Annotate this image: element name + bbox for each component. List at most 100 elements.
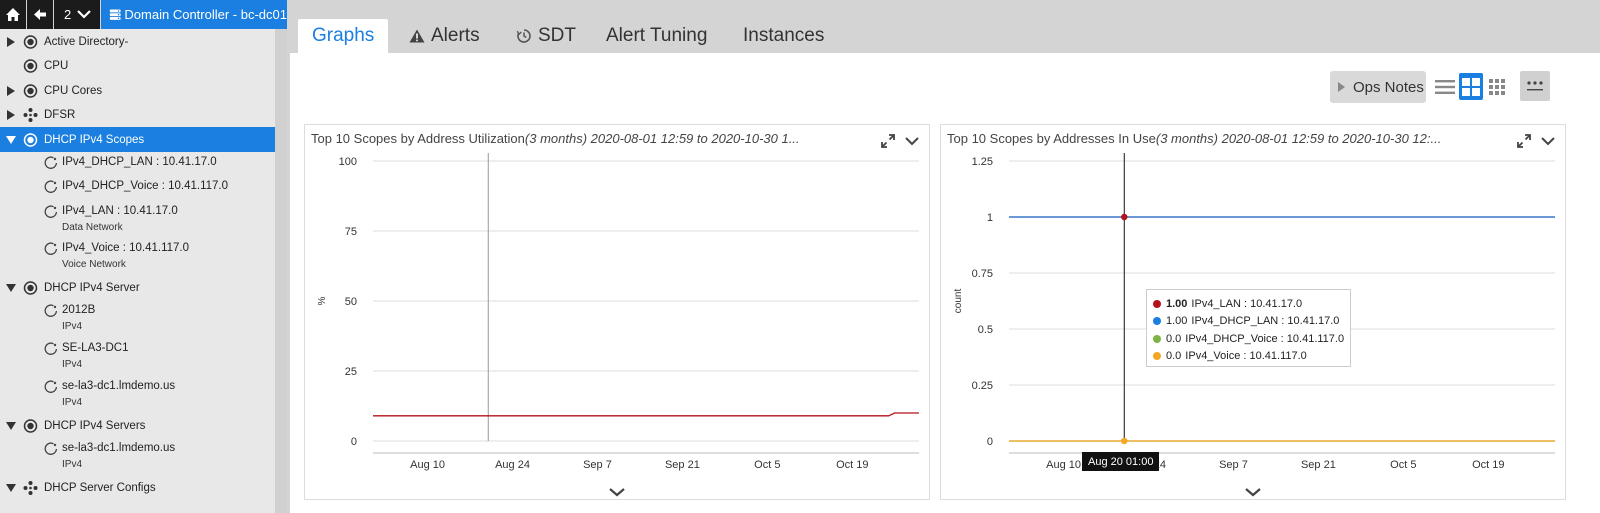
- view-options-button[interactable]: [1520, 71, 1550, 101]
- history-count: 2: [64, 7, 72, 22]
- tree-item-description: IPv4: [62, 396, 83, 408]
- legend-dot: [1153, 317, 1161, 326]
- tab-graphs[interactable]: Graphs: [298, 19, 389, 53]
- instance-ring-icon: [44, 442, 58, 455]
- tab-label: Instances: [743, 25, 825, 46]
- warning-icon: [409, 29, 425, 43]
- y-tick-label: 0.5: [978, 324, 993, 336]
- breadcrumb[interactable]: Domain Controller - bc-dc01: [101, 0, 287, 29]
- breadcrumb-label: Domain Controller - bc-dc01: [124, 7, 287, 22]
- tree-item-label: DHCP Server Configs: [44, 482, 156, 495]
- x-tick-label: Oct 19: [836, 459, 868, 471]
- legend-value: 0.0: [1166, 332, 1182, 345]
- history-dropdown[interactable]: 2: [54, 0, 100, 29]
- tree-item[interactable]: DHCP IPv4 Scopes: [0, 127, 275, 152]
- tab-label: SDT: [538, 25, 576, 46]
- home-button[interactable]: [0, 0, 26, 29]
- y-tick-label: 0.25: [972, 380, 993, 392]
- instance-ring-icon: [44, 380, 58, 393]
- legend-dot: [1153, 299, 1161, 308]
- tab-bar: Graphs Alerts SDT Alert Tuning Instances: [287, 0, 1600, 53]
- legend-entry: 1.00 IPv4_LAN : 10.41.17.0: [1153, 295, 1344, 313]
- collapse-triangle-icon[interactable]: [6, 135, 16, 145]
- line-chart: 100 75 50 25 0 Aug 10 Aug 24 Sep 7 Sep 21 Oct 5 Oc…: [317, 153, 919, 471]
- collapse-triangle-icon[interactable]: [6, 283, 16, 293]
- expand-triangle-icon[interactable]: [6, 110, 16, 120]
- tab-alert-tuning[interactable]: Alert Tuning: [592, 19, 721, 53]
- ops-notes-button[interactable]: Ops Notes: [1330, 71, 1426, 103]
- hover-point: [1121, 213, 1128, 221]
- collapse-triangle-icon[interactable]: [6, 421, 16, 431]
- tree-item-description: IPv4: [62, 359, 83, 371]
- legend-dot: [1153, 334, 1161, 343]
- view-grid-button[interactable]: [1459, 73, 1483, 100]
- grid-view-icon: [1462, 77, 1480, 96]
- x-tick-label: Oct 5: [754, 459, 780, 471]
- expand-icon[interactable]: [880, 133, 896, 149]
- chevron-down-icon[interactable]: [1244, 487, 1262, 497]
- legend-value: 0.0: [1166, 350, 1182, 363]
- instance-target-icon: [23, 34, 38, 49]
- tree-item[interactable]: DHCP IPv4 Server: [0, 276, 275, 301]
- x-tick-label: Sep 7: [1219, 459, 1248, 471]
- graph-panel-address-utilization: Top 10 Scopes by Address Utilization(3 m…: [304, 124, 930, 500]
- y-axis-label: count: [953, 289, 964, 314]
- tab-alerts[interactable]: Alerts: [395, 19, 494, 53]
- tree-item-description: IPv4: [62, 321, 83, 333]
- legend-series-name: IPv4_Voice : 10.41.117.0: [1185, 350, 1307, 363]
- legend-value: 1.00: [1166, 315, 1188, 328]
- graph-title-range: (3 months) 2020-08-01 12:59 to 2020-10-3…: [1155, 131, 1442, 146]
- tree-item-label: DHCP IPv4 Server: [44, 282, 140, 295]
- chart-tooltip: Aug 20 01:00: [1082, 452, 1160, 471]
- chevron-down-icon[interactable]: [1540, 135, 1556, 147]
- tree-item-label: IPv4_DHCP_Voice : 10.41.117.0: [62, 180, 229, 192]
- tree-item[interactable]: DHCP Server Configs: [0, 476, 275, 501]
- view-columns-button[interactable]: [1485, 73, 1509, 100]
- tree-item[interactable]: CPU Cores: [0, 78, 275, 103]
- view-list-button[interactable]: [1433, 73, 1457, 100]
- tree-item[interactable]: DHCP IPv4 Servers: [0, 414, 275, 439]
- tree-item-label: IPv4_DHCP_LAN : 10.41.17.0: [62, 155, 217, 168]
- tab-label: Alerts: [431, 25, 480, 46]
- instance-ring-icon: [44, 205, 58, 218]
- expand-icon[interactable]: [1516, 133, 1532, 149]
- tree-instance-item[interactable]: 2012B IPv4: [0, 300, 275, 338]
- x-tick-label: Aug 10: [410, 459, 445, 471]
- collapse-triangle-icon[interactable]: [6, 483, 16, 493]
- tree-instance-item[interactable]: IPv4_DHCP_Voice : 10.41.117.0: [0, 176, 275, 201]
- tree-instance-item[interactable]: IPv4_DHCP_LAN : 10.41.17.0: [0, 152, 275, 177]
- legend-series-name: IPv4_LAN : 10.41.17.0: [1191, 297, 1303, 310]
- tree-item[interactable]: Active Directory-: [0, 29, 275, 54]
- tree-instance-item[interactable]: IPv4_LAN : 10.41.17.0 Data Network: [0, 201, 275, 239]
- tree-instance-item[interactable]: se-la3-dc1.lmdemo.us IPv4: [0, 376, 275, 414]
- chevron-down-icon[interactable]: [608, 487, 626, 497]
- tree-instance-item[interactable]: IPv4_Voice : 10.41.117.0 Voice Network: [0, 238, 275, 276]
- x-tick-label: Aug 10: [1046, 459, 1081, 471]
- expand-triangle-icon[interactable]: [6, 85, 16, 96]
- tree-scrollbar[interactable]: [275, 29, 287, 513]
- main-area: Graphs Alerts SDT Alert Tuning Instances…: [287, 0, 1600, 513]
- tab-label: Alert Tuning: [606, 25, 708, 46]
- tree-item[interactable]: CPU: [0, 54, 275, 79]
- back-button[interactable]: [27, 0, 53, 29]
- chevron-down-icon: [77, 10, 92, 19]
- expand-triangle-icon[interactable]: [6, 36, 16, 47]
- ops-notes-label: Ops Notes: [1353, 78, 1424, 96]
- tree-item-description: Data Network: [62, 221, 123, 233]
- y-tick-label: 100: [339, 156, 357, 168]
- caret-right-icon: [1338, 82, 1345, 92]
- tab-sdt[interactable]: SDT: [502, 19, 590, 53]
- y-axis-label: %: [317, 296, 328, 305]
- tab-label: Graphs: [312, 25, 375, 46]
- cluster-icon: [23, 108, 38, 122]
- tab-instances[interactable]: Instances: [729, 19, 838, 53]
- tree-item-label: DFSR: [44, 109, 76, 121]
- instance-target-icon: [23, 281, 38, 296]
- tree-instance-item[interactable]: SE-LA3-DC1 IPv4: [0, 338, 275, 376]
- y-tick-label: 0.75: [972, 268, 993, 280]
- tree-instance-item[interactable]: se-la3-dc1.lmdemo.us IPv4: [0, 438, 275, 476]
- tree-item-label: SE-LA3-DC1: [62, 342, 129, 355]
- chevron-down-icon[interactable]: [904, 135, 920, 147]
- tree-item[interactable]: DFSR: [0, 103, 275, 128]
- x-tick-label: Sep 21: [665, 459, 700, 471]
